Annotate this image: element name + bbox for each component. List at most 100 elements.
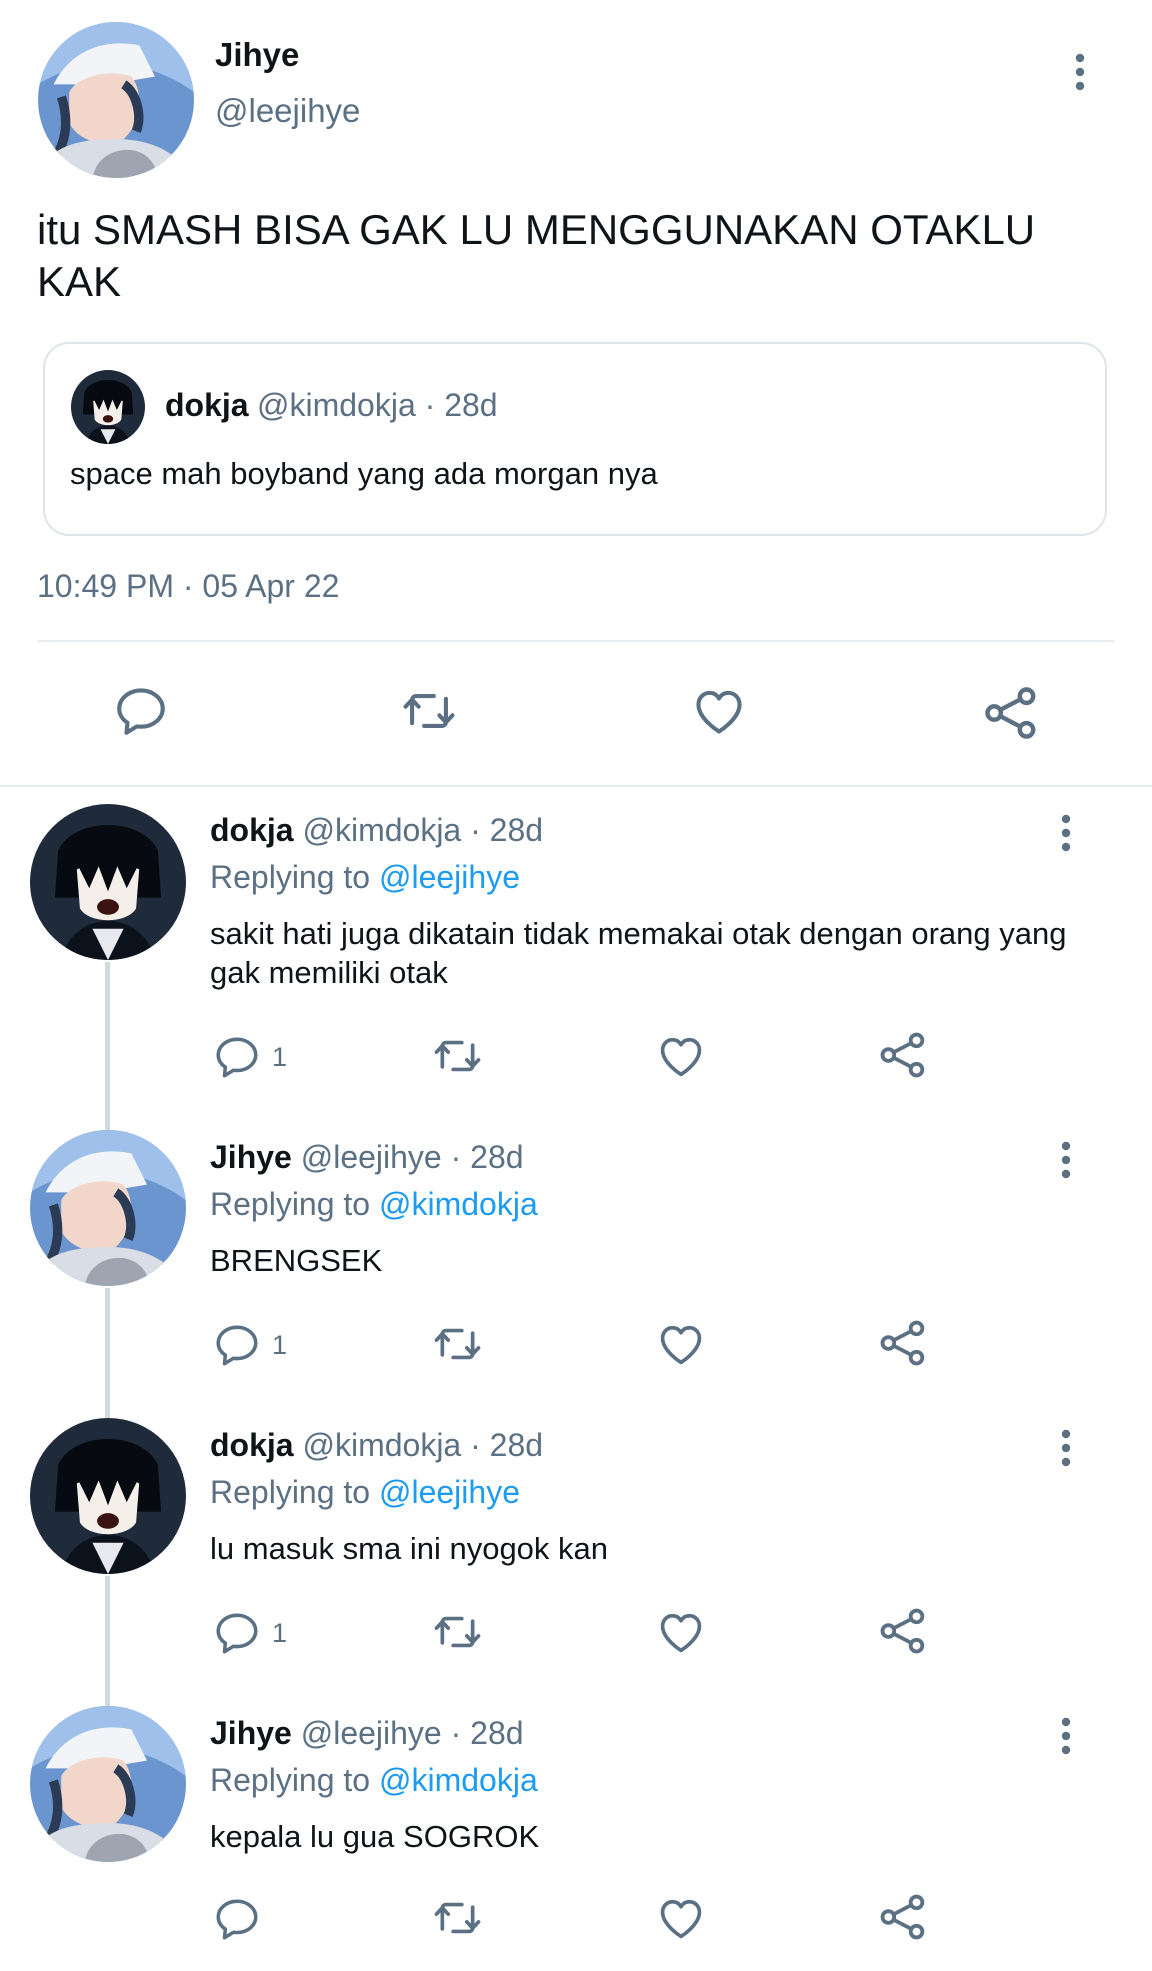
like-button[interactable] — [690, 682, 748, 740]
thread-connector — [105, 1576, 110, 1708]
like-icon — [690, 682, 748, 740]
reply-button[interactable]: 1 — [212, 1608, 287, 1658]
replying-to: Replying to @kimdokja — [210, 1762, 538, 1799]
share-icon — [876, 1028, 930, 1082]
reply-text: sakit hati juga dikatain tidak memakai o… — [210, 916, 1067, 990]
replying-to: Replying to @leejihye — [210, 1474, 520, 1511]
replying-to-label: Replying to — [210, 1474, 371, 1510]
share-button[interactable] — [876, 1604, 930, 1658]
thread-connector — [105, 1288, 110, 1422]
retweet-button[interactable] — [430, 1030, 485, 1082]
retweet-icon — [430, 1030, 485, 1082]
reply-meta: @kimdokja · 28d — [302, 1427, 544, 1463]
reply-header: dokja @kimdokja · 28d — [210, 812, 543, 849]
retweet-icon — [398, 682, 460, 740]
reply-icon — [112, 682, 170, 740]
like-icon — [655, 1892, 707, 1944]
tweet-timestamp: 10:49 PM · 05 Apr 22 — [37, 568, 340, 604]
more-options-icon[interactable] — [1060, 1716, 1072, 1756]
share-icon — [876, 1890, 930, 1944]
reply-button[interactable]: 1 — [212, 1320, 287, 1370]
replying-to-handle[interactable]: @leejihye — [379, 1474, 520, 1510]
reply-avatar[interactable] — [30, 1418, 186, 1574]
like-icon — [655, 1318, 707, 1370]
reply-icon — [212, 1894, 262, 1944]
avatar-image — [30, 804, 186, 960]
replying-to: Replying to @kimdokja — [210, 1186, 538, 1223]
more-options-icon[interactable] — [1060, 813, 1072, 853]
reply-avatar[interactable] — [30, 1130, 186, 1286]
quoted-tweet[interactable]: dokja @kimdokja · 28d space mah boyband … — [43, 342, 1107, 536]
reply-header: dokja @kimdokja · 28d — [210, 1427, 543, 1464]
share-button[interactable] — [876, 1316, 930, 1370]
retweet-button[interactable] — [430, 1892, 485, 1944]
quote-text: space mah boyband yang ada morgan nya — [70, 456, 658, 491]
reply-header: Jihye @leejihye · 28d — [210, 1715, 524, 1752]
avatar-image — [30, 1706, 186, 1862]
author-name[interactable]: Jihye — [215, 36, 299, 74]
reply-icon — [212, 1608, 262, 1658]
reply-avatar[interactable] — [30, 804, 186, 960]
tweet-text: itu SMASH BISA GAK LU MENGGUNAKAN OTAKLU… — [37, 206, 1036, 305]
reply-meta: @leejihye · 28d — [300, 1139, 524, 1175]
retweet-icon — [430, 1606, 485, 1658]
reply-button[interactable] — [112, 682, 170, 740]
share-icon — [980, 682, 1042, 744]
like-icon — [655, 1030, 707, 1082]
replying-to-label: Replying to — [210, 1762, 371, 1798]
reply-author-name[interactable]: Jihye — [210, 1715, 292, 1751]
quote-author-meta: @kimdokja · 28d — [257, 387, 498, 423]
retweet-icon — [430, 1892, 485, 1944]
replying-to-label: Replying to — [210, 859, 371, 895]
thread-connector — [105, 962, 110, 1134]
reply-text: kepala lu gua SOGROK — [210, 1819, 540, 1854]
quote-avatar — [71, 370, 145, 444]
reply-author-name[interactable]: dokja — [210, 1427, 294, 1463]
retweet-button[interactable] — [398, 682, 460, 740]
avatar-image — [30, 1418, 186, 1574]
more-options-icon[interactable] — [1060, 1140, 1072, 1180]
replying-to-handle[interactable]: @leejihye — [379, 859, 520, 895]
reply-author-name[interactable]: Jihye — [210, 1139, 292, 1175]
replying-to-handle[interactable]: @kimdokja — [379, 1762, 538, 1798]
replying-to: Replying to @leejihye — [210, 859, 520, 896]
share-button[interactable] — [980, 682, 1042, 744]
share-button[interactable] — [876, 1028, 930, 1082]
more-options-icon[interactable] — [1060, 1428, 1072, 1468]
reply-button[interactable] — [212, 1894, 272, 1944]
author-handle[interactable]: @leejihye — [215, 92, 360, 130]
like-button[interactable] — [655, 1606, 707, 1658]
reply-count: 1 — [272, 1041, 288, 1072]
divider — [37, 640, 1115, 642]
retweet-icon — [430, 1318, 485, 1370]
like-button[interactable] — [655, 1030, 707, 1082]
more-options-icon[interactable] — [1074, 52, 1086, 92]
author-avatar[interactable] — [38, 22, 194, 178]
reply-button[interactable]: 1 — [212, 1032, 287, 1082]
divider — [0, 785, 1152, 787]
like-button[interactable] — [655, 1892, 707, 1944]
share-button[interactable] — [876, 1890, 930, 1944]
like-icon — [655, 1606, 707, 1658]
replying-to-label: Replying to — [210, 1186, 371, 1222]
share-icon — [876, 1604, 930, 1658]
reply-header: Jihye @leejihye · 28d — [210, 1139, 524, 1176]
reply-meta: @kimdokja · 28d — [302, 812, 544, 848]
reply-text: BRENGSEK — [210, 1243, 383, 1278]
reply-text: lu masuk sma ini nyogok kan — [210, 1531, 609, 1566]
reply-author-name[interactable]: dokja — [210, 812, 294, 848]
reply-count: 1 — [272, 1617, 288, 1648]
reply-avatar[interactable] — [30, 1706, 186, 1862]
reply-icon — [212, 1320, 262, 1370]
retweet-button[interactable] — [430, 1606, 485, 1658]
replying-to-handle[interactable]: @kimdokja — [379, 1186, 538, 1222]
avatar-image — [30, 1130, 186, 1286]
like-button[interactable] — [655, 1318, 707, 1370]
quote-author-name: dokja — [165, 387, 249, 423]
reply-meta: @leejihye · 28d — [300, 1715, 524, 1751]
reply-count: 1 — [272, 1329, 288, 1360]
avatar-image — [38, 22, 194, 178]
share-icon — [876, 1316, 930, 1370]
reply-icon — [212, 1032, 262, 1082]
retweet-button[interactable] — [430, 1318, 485, 1370]
